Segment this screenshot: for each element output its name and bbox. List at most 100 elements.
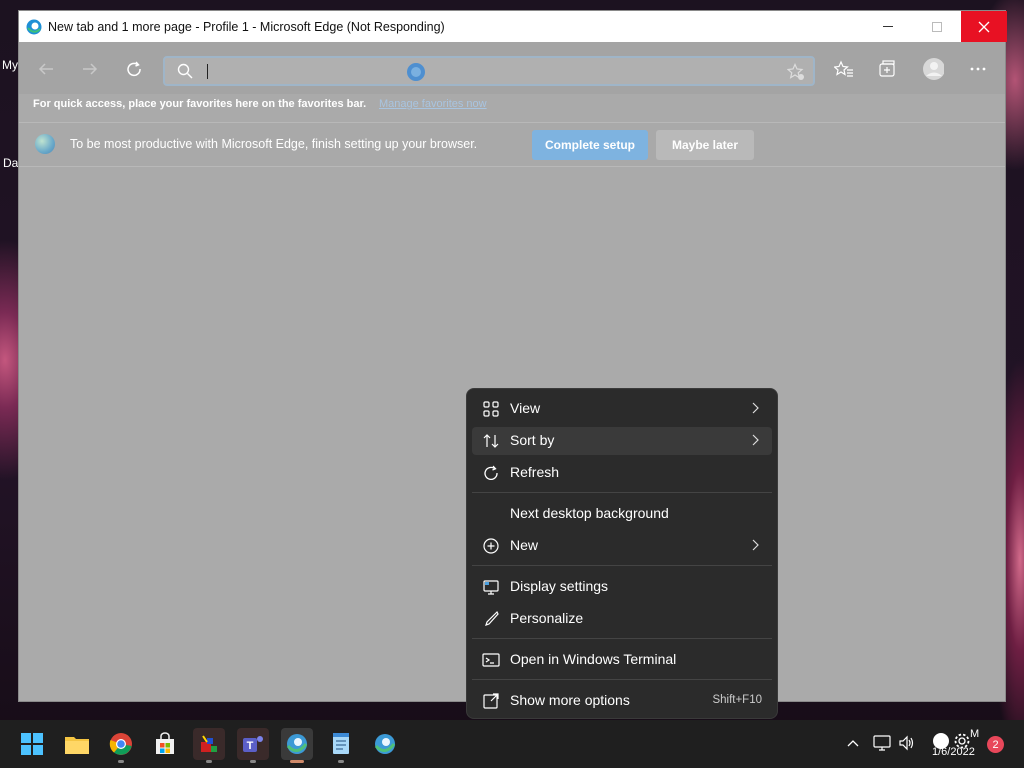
edge-icon	[374, 734, 396, 754]
add-favorite-icon[interactable]	[787, 63, 805, 81]
grid-icon	[483, 401, 499, 417]
notepad-icon	[333, 733, 349, 754]
menu-item-next-desktop-background[interactable]: Next desktop background	[472, 500, 772, 528]
teams-icon: T	[243, 736, 263, 752]
display-icon	[483, 580, 499, 595]
taskbar-notepad[interactable]	[325, 728, 357, 763]
taskbar-store[interactable]	[149, 728, 181, 760]
chevron-right-icon	[752, 539, 759, 551]
plus-circle-icon	[483, 538, 499, 554]
menu-item-display-settings[interactable]: Display settings	[472, 573, 772, 601]
title-bar[interactable]: New tab and 1 more page - Profile 1 - Mi…	[19, 11, 1007, 42]
favorites-bar-hint: For quick access, place your favorites h…	[33, 98, 367, 110]
tray-clock-fragment: M	[970, 728, 980, 740]
chevron-up-icon[interactable]	[846, 738, 860, 748]
menu-item-label: Open in Windows Terminal	[510, 651, 677, 667]
maximize-button[interactable]	[914, 11, 960, 42]
menu-shortcut: Shift+F10	[712, 694, 762, 706]
start-button[interactable]	[16, 728, 48, 760]
menu-item-personalize[interactable]: Personalize	[472, 605, 772, 633]
favorites-icon	[834, 60, 853, 77]
menu-item-label: View	[510, 400, 541, 416]
address-bar[interactable]	[163, 56, 815, 86]
taskbar-file-explorer[interactable]	[61, 728, 93, 760]
menu-item-sort-by[interactable]: Sort by	[472, 427, 772, 455]
running-indicator	[338, 760, 344, 763]
desktop-context-menu: View Sort by Refresh Next desktop backgr…	[466, 388, 778, 719]
notification-badge[interactable]: 2	[987, 736, 1004, 753]
menu-item-label: Personalize	[510, 610, 584, 626]
folder-icon	[65, 737, 89, 754]
menu-item-label: Show more options	[510, 692, 630, 708]
desktop-icon-label-my[interactable]: My	[2, 58, 18, 72]
taskbar-edge[interactable]	[369, 728, 401, 760]
running-indicator	[206, 760, 212, 763]
favorites-bar: For quick access, place your favorites h…	[19, 94, 1005, 122]
menu-separator	[472, 565, 772, 566]
refresh-icon	[484, 465, 498, 481]
menu-item-refresh[interactable]: Refresh	[472, 459, 772, 487]
menu-item-label: Display settings	[510, 578, 609, 594]
close-button[interactable]	[961, 11, 1007, 42]
chevron-right-icon	[752, 434, 759, 446]
collections-icon	[879, 60, 895, 77]
app-icon	[201, 735, 217, 752]
edge-setup-icon	[35, 134, 55, 154]
maximize-icon	[932, 21, 942, 32]
edge-beta-icon	[286, 734, 308, 754]
menu-separator	[472, 679, 772, 680]
taskbar-chrome[interactable]	[105, 728, 137, 763]
window-title: New tab and 1 more page - Profile 1 - Mi…	[48, 19, 445, 34]
minimize-icon	[883, 25, 893, 27]
desktop-icon-label-da[interactable]: Da	[3, 156, 18, 170]
chevron-right-icon	[752, 402, 759, 414]
complete-setup-button[interactable]: Complete setup	[532, 130, 648, 160]
setup-infobar: To be most productive with Microsoft Edg…	[19, 122, 1005, 167]
windows-logo-icon	[21, 733, 43, 755]
sort-icon	[483, 434, 499, 448]
running-indicator	[118, 760, 124, 763]
store-icon	[156, 732, 174, 754]
svg-text:T: T	[247, 740, 254, 752]
menu-item-view[interactable]: View	[472, 395, 772, 423]
menu-item-label: Refresh	[510, 464, 560, 480]
menu-item-label: Sort by	[510, 432, 555, 448]
brush-icon	[485, 610, 499, 626]
collections-button[interactable]	[876, 58, 898, 80]
menu-item-label: New	[510, 537, 539, 553]
taskbar: T M 1/6/2022 2	[0, 720, 1024, 768]
tray-date[interactable]: 1/6/2022	[932, 746, 975, 758]
menu-item-open-terminal[interactable]: Open in Windows Terminal	[472, 646, 772, 674]
favorites-button[interactable]	[833, 58, 855, 80]
minimize-button[interactable]	[865, 11, 911, 42]
network-icon[interactable]	[873, 735, 891, 751]
settings-more-button[interactable]	[967, 58, 989, 80]
running-indicator	[250, 760, 256, 763]
arrow-left-icon	[38, 63, 53, 75]
menu-item-new[interactable]: New	[472, 532, 772, 560]
arrow-right-icon	[83, 63, 98, 75]
forward-button[interactable]	[79, 58, 101, 80]
back-button[interactable]	[35, 58, 57, 80]
terminal-icon	[482, 653, 500, 667]
maybe-later-button[interactable]: Maybe later	[656, 130, 754, 160]
menu-item-label: Next desktop background	[510, 505, 669, 521]
text-caret	[207, 64, 208, 79]
refresh-icon	[127, 61, 141, 77]
manage-favorites-link[interactable]: Manage favorites now	[379, 98, 487, 110]
avatar-icon	[923, 58, 944, 80]
profile-button[interactable]	[922, 58, 944, 80]
close-icon	[978, 21, 990, 32]
share-icon	[483, 693, 499, 709]
taskbar-edge-beta[interactable]	[281, 728, 313, 763]
taskbar-app[interactable]	[193, 728, 225, 763]
edge-icon	[26, 19, 42, 34]
menu-separator	[472, 492, 772, 493]
browser-toolbar	[19, 42, 1005, 94]
loading-spinner	[407, 63, 425, 81]
volume-icon[interactable]	[898, 735, 916, 751]
refresh-button[interactable]	[123, 58, 145, 80]
menu-item-show-more-options[interactable]: Show more options Shift+F10	[472, 687, 772, 715]
taskbar-teams[interactable]: T	[237, 728, 269, 763]
chrome-icon	[109, 733, 132, 755]
